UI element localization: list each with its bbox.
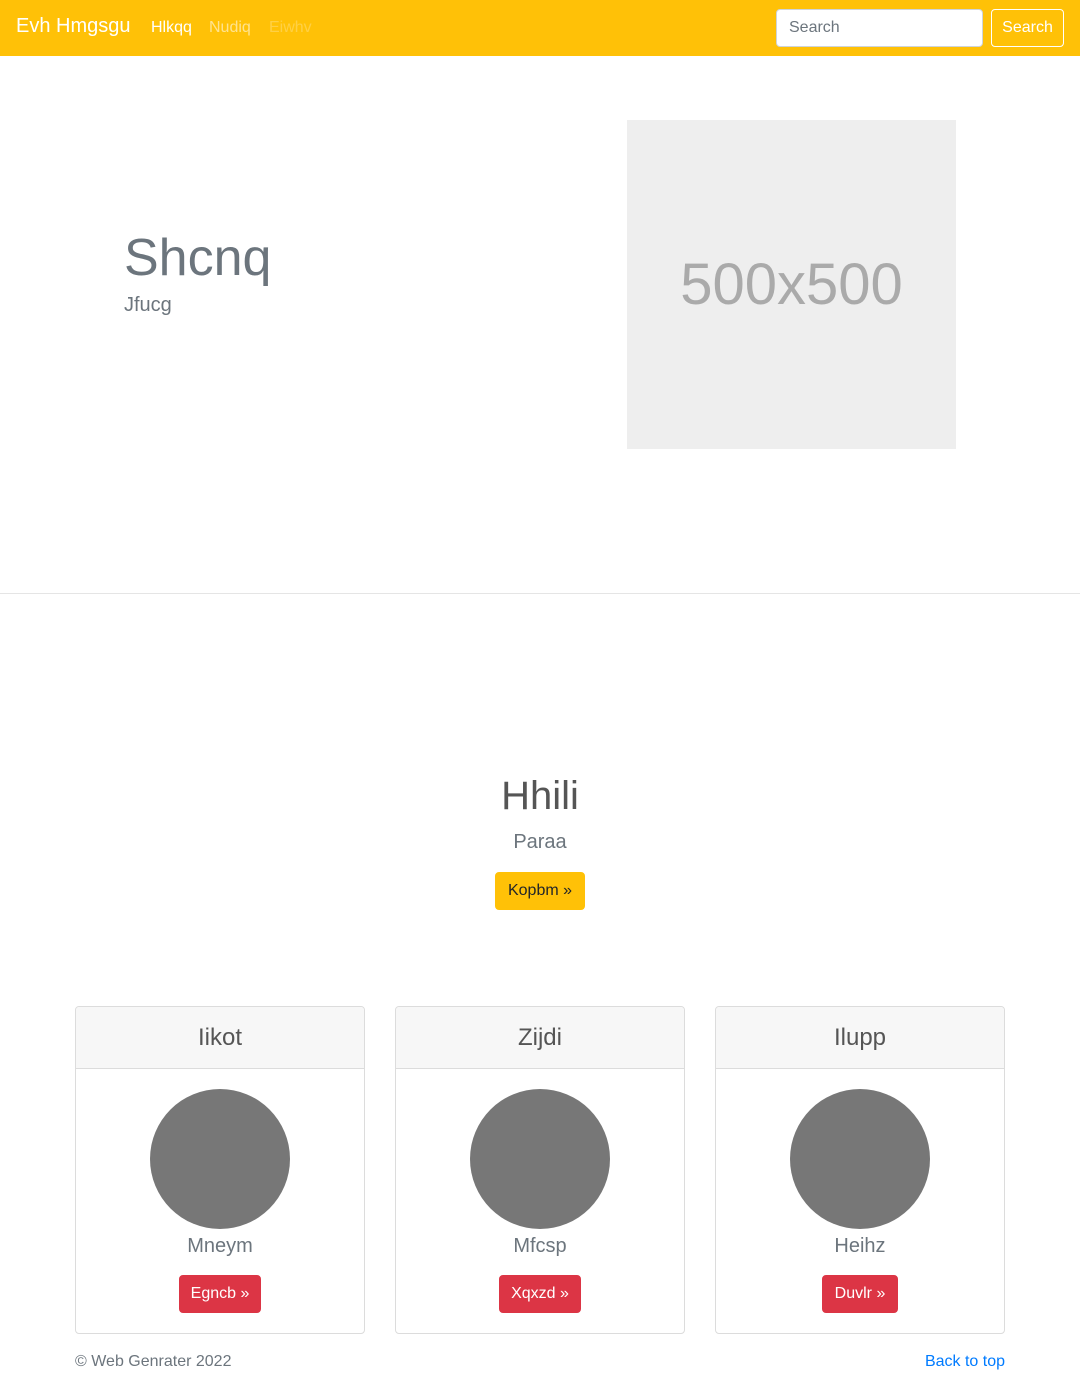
nav-link-hlkqq[interactable]: Hlkqq <box>151 19 192 37</box>
nav-link-nudiq[interactable]: Nudiq <box>209 19 251 37</box>
card-name: Heihz <box>834 1235 886 1257</box>
search-button[interactable]: Search <box>991 9 1064 47</box>
hero-subtitle: Jfucg <box>124 294 172 316</box>
feature-title: Hhili <box>501 774 579 818</box>
card-action-button[interactable]: Xqxzd » <box>499 1275 581 1313</box>
avatar <box>790 1089 930 1229</box>
hero-title: Shcnq <box>124 229 272 287</box>
back-to-top-link[interactable]: Back to top <box>925 1353 1005 1371</box>
card: Zijdi Mfcsp Xqxzd » <box>395 1006 685 1334</box>
card: Ilupp Heihz Duvlr » <box>715 1006 1005 1334</box>
card-action-button[interactable]: Egncb » <box>179 1275 261 1313</box>
copyright-text: © Web Genrater 2022 <box>75 1353 232 1370</box>
avatar <box>150 1089 290 1229</box>
brand-link[interactable]: Evh Hmgsgu <box>16 15 131 38</box>
avatar <box>470 1089 610 1229</box>
image-size-label: 500x500 <box>680 252 903 317</box>
card-name: Mfcsp <box>513 1235 567 1257</box>
card-header: Iikot <box>76 1007 364 1069</box>
nav-link-eiwhv-disabled: Eiwhv <box>269 19 312 36</box>
card-header: Ilupp <box>716 1007 1004 1069</box>
search-input[interactable] <box>776 9 983 47</box>
navbar: Evh Hmgsgu Hlkqq Nudiq Eiwhv Search <box>0 0 1080 56</box>
card: Iikot Mneym Egncb » <box>75 1006 365 1334</box>
feature-subtitle: Paraa <box>513 831 567 853</box>
hero-image-placeholder: 500x500 <box>627 120 956 449</box>
feature-cta-button[interactable]: Kopbm » <box>495 872 585 910</box>
card-action-button[interactable]: Duvlr » <box>822 1275 898 1313</box>
card-name: Mneym <box>187 1235 253 1257</box>
card-header: Zijdi <box>396 1007 684 1069</box>
section-divider <box>0 593 1080 594</box>
